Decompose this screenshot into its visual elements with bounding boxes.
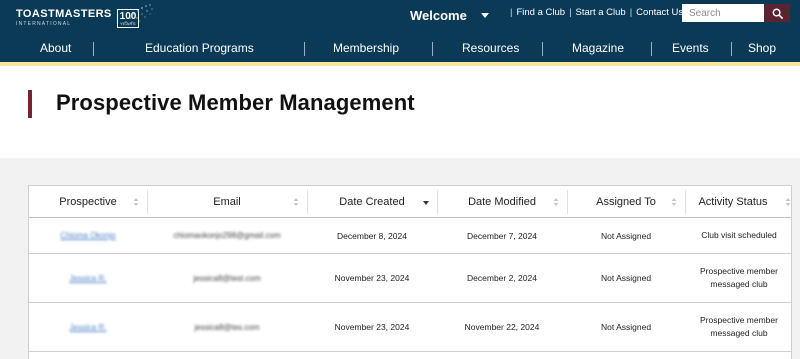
date-modified-cell: November 22, 2024 <box>464 322 540 332</box>
activity-status-cell: Prospective member messaged club <box>700 266 778 289</box>
sort-icon <box>293 198 299 206</box>
search-button[interactable] <box>764 4 790 22</box>
date-created-cell: November 23, 2024 <box>334 273 410 283</box>
nav-events[interactable]: Events <box>672 41 709 55</box>
welcome-label: Welcome <box>410 8 467 23</box>
find-a-club-link[interactable]: Find a Club <box>516 7 565 18</box>
activity-status-cell: Prospective member messaged club <box>700 315 778 338</box>
page-title: Prospective Member Management <box>56 90 415 115</box>
assigned-to-cell: Not Assigned <box>600 273 652 283</box>
start-a-club-link[interactable]: Start a Club <box>576 7 626 18</box>
nav-about[interactable]: About <box>40 41 71 55</box>
sort-icon <box>133 198 139 206</box>
nav-divider <box>731 42 732 56</box>
header-top-row: TOASTMASTERS INTERNATIONAL 100 YEARS Wel… <box>0 0 800 32</box>
nav-magazine[interactable]: Magazine <box>572 41 624 55</box>
assigned-to-cell: Not Assigned <box>600 322 652 332</box>
chevron-down-icon <box>480 13 489 18</box>
table-row[interactable]: Jessica R. jessica8@tes.com November 23,… <box>29 303 791 352</box>
utility-links: | Find a Club | Start a Club | Contact U… <box>510 7 684 18</box>
email-cell: jessica8@test.com <box>193 273 261 283</box>
email-cell: chiomaokonjo298@gmail.com <box>173 231 281 240</box>
nav-divider <box>542 42 543 56</box>
nav-divider <box>651 42 652 56</box>
nav-education-programs[interactable]: Education Programs <box>145 41 254 55</box>
nav-divider <box>93 42 94 56</box>
nav-shop[interactable]: Shop <box>748 41 776 55</box>
table-header: Prospective Email Date Created Date Modi… <box>29 186 791 218</box>
date-created-cell: December 8, 2024 <box>337 230 407 241</box>
toastmasters-logo[interactable]: TOASTMASTERS INTERNATIONAL 100 YEARS <box>16 7 140 29</box>
column-header-date-modified[interactable]: Date Modified <box>437 186 567 218</box>
date-modified-cell: December 2, 2024 <box>467 273 537 283</box>
column-header-activity-status[interactable]: Activity Status <box>685 186 791 218</box>
welcome-menu[interactable]: Welcome <box>410 8 489 23</box>
prospective-name-link[interactable]: Jessica R. <box>29 303 147 351</box>
logo-brand-sub: INTERNATIONAL <box>16 21 72 27</box>
search-icon <box>772 8 783 19</box>
title-accent-bar <box>28 90 32 118</box>
prospective-name-link[interactable]: Chioma Okonjo <box>29 218 147 253</box>
email-cell: jessica8@tes.com <box>194 322 260 332</box>
column-header-email[interactable]: Email <box>147 186 307 218</box>
column-header-assigned-to[interactable]: Assigned To <box>567 186 685 218</box>
assigned-to-cell: Not Assigned <box>600 230 652 241</box>
search-box <box>682 4 790 22</box>
nav-membership[interactable]: Membership <box>333 41 399 55</box>
contact-us-link[interactable]: Contact Us <box>636 7 683 18</box>
prospective-members-table: Prospective Email Date Created Date Modi… <box>28 185 792 359</box>
main-navigation: About Education Programs Membership Reso… <box>0 36 800 62</box>
table-row[interactable]: Jessica R. jessica8@test.com November 23… <box>29 254 791 303</box>
page-title-section: Prospective Member Management <box>0 66 800 158</box>
activity-status-cell: Club visit scheduled <box>701 230 777 241</box>
sparkle-decoration-icon <box>125 4 153 23</box>
column-header-date-created[interactable]: Date Created <box>307 186 437 218</box>
sort-icon <box>671 198 677 206</box>
nav-resources[interactable]: Resources <box>462 41 519 55</box>
date-created-cell: November 23, 2024 <box>334 322 410 332</box>
prospective-name-link[interactable]: Jessica R. <box>29 254 147 302</box>
site-header: TOASTMASTERS INTERNATIONAL 100 YEARS Wel… <box>0 0 800 66</box>
column-header-prospective[interactable]: Prospective <box>29 186 147 218</box>
sort-descending-icon <box>423 201 429 205</box>
nav-divider <box>304 42 305 56</box>
sort-icon <box>785 198 791 206</box>
table-row[interactable]: Chioma Okonjo chiomaokonjo298@gmail.com … <box>29 218 791 254</box>
logo-brand-name: TOASTMASTERS <box>16 8 112 20</box>
nav-divider <box>432 42 433 56</box>
date-modified-cell: December 7, 2024 <box>467 230 537 241</box>
search-input[interactable] <box>682 4 764 22</box>
sort-icon <box>553 198 559 206</box>
